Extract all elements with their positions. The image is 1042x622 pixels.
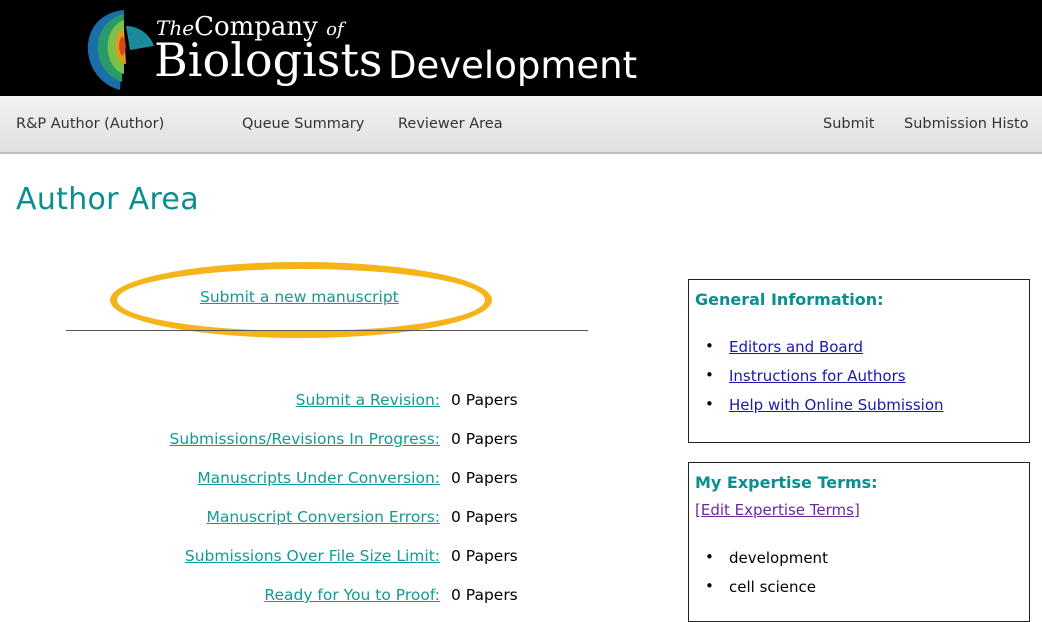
queue-row: Ready for You to Proof: 0 Papers [0,586,517,608]
general-information-box: General Information: Editors and Board I… [688,279,1030,443]
nav-reviewer-area[interactable]: Reviewer Area [398,116,503,132]
queue-count: 0 Papers [451,547,518,565]
queue-link[interactable]: Manuscripts Under Conversion: [197,469,440,487]
queue-count: 0 Papers [451,586,518,604]
help-online-submission-link[interactable]: Help with Online Submission [729,396,944,414]
general-information-list: Editors and Board Instructions for Autho… [705,337,944,425]
queue-row: Submit a Revision: 0 Papers [0,391,518,413]
nav-bar: R&P Author (Author) Queue Summary Review… [0,96,1042,154]
queue-row: Submissions/Revisions In Progress: 0 Pap… [0,430,518,452]
list-item: development [705,548,828,578]
nav-queue-summary[interactable]: Queue Summary [242,116,364,132]
divider [66,330,588,331]
list-item: Help with Online Submission [705,395,944,425]
instructions-for-authors-link[interactable]: Instructions for Authors [729,367,906,385]
queue-count: 0 Papers [451,391,518,409]
submit-new-manuscript-link[interactable]: Submit a new manuscript [200,288,399,306]
expertise-terms-box: My Expertise Terms: [Edit Expertise Term… [688,462,1030,622]
queue-count: 0 Papers [451,469,518,487]
journal-name: Development [388,44,638,87]
company-of-biologists-logo [87,10,154,90]
list-item: Editors and Board [705,337,944,367]
list-item: Instructions for Authors [705,366,944,396]
nav-submission-history[interactable]: Submission Histo [904,116,1029,132]
editors-and-board-link[interactable]: Editors and Board [729,338,863,356]
queue-link[interactable]: Manuscript Conversion Errors: [206,508,440,526]
edit-expertise-terms-link[interactable]: [Edit Expertise Terms] [695,501,860,519]
brand-biologists: Biologists [154,33,383,87]
expertise-terms-list: development cell science [705,548,828,607]
queue-link[interactable]: Submissions/Revisions In Progress: [170,430,440,448]
page-title: Author Area [16,182,199,217]
queue-count: 0 Papers [451,430,518,448]
queue-row: Submissions Over File Size Limit: 0 Pape… [0,547,518,569]
queue-row: Manuscript Conversion Errors: 0 Papers [0,508,517,530]
list-item: cell science [705,577,828,607]
general-information-title: General Information: [695,290,884,309]
queue-link[interactable]: Ready for You to Proof: [264,586,440,604]
nav-user-role[interactable]: R&P Author (Author) [16,116,164,132]
expertise-terms-title: My Expertise Terms: [695,473,878,492]
queue-row: Manuscripts Under Conversion: 0 Papers [0,469,517,491]
queue-link[interactable]: Submit a Revision: [296,391,440,409]
nav-submit[interactable]: Submit [823,116,874,132]
site-header: TheCompany of Biologists Development [0,0,1042,96]
queue-link[interactable]: Submissions Over File Size Limit: [185,547,440,565]
queue-count: 0 Papers [451,508,518,526]
